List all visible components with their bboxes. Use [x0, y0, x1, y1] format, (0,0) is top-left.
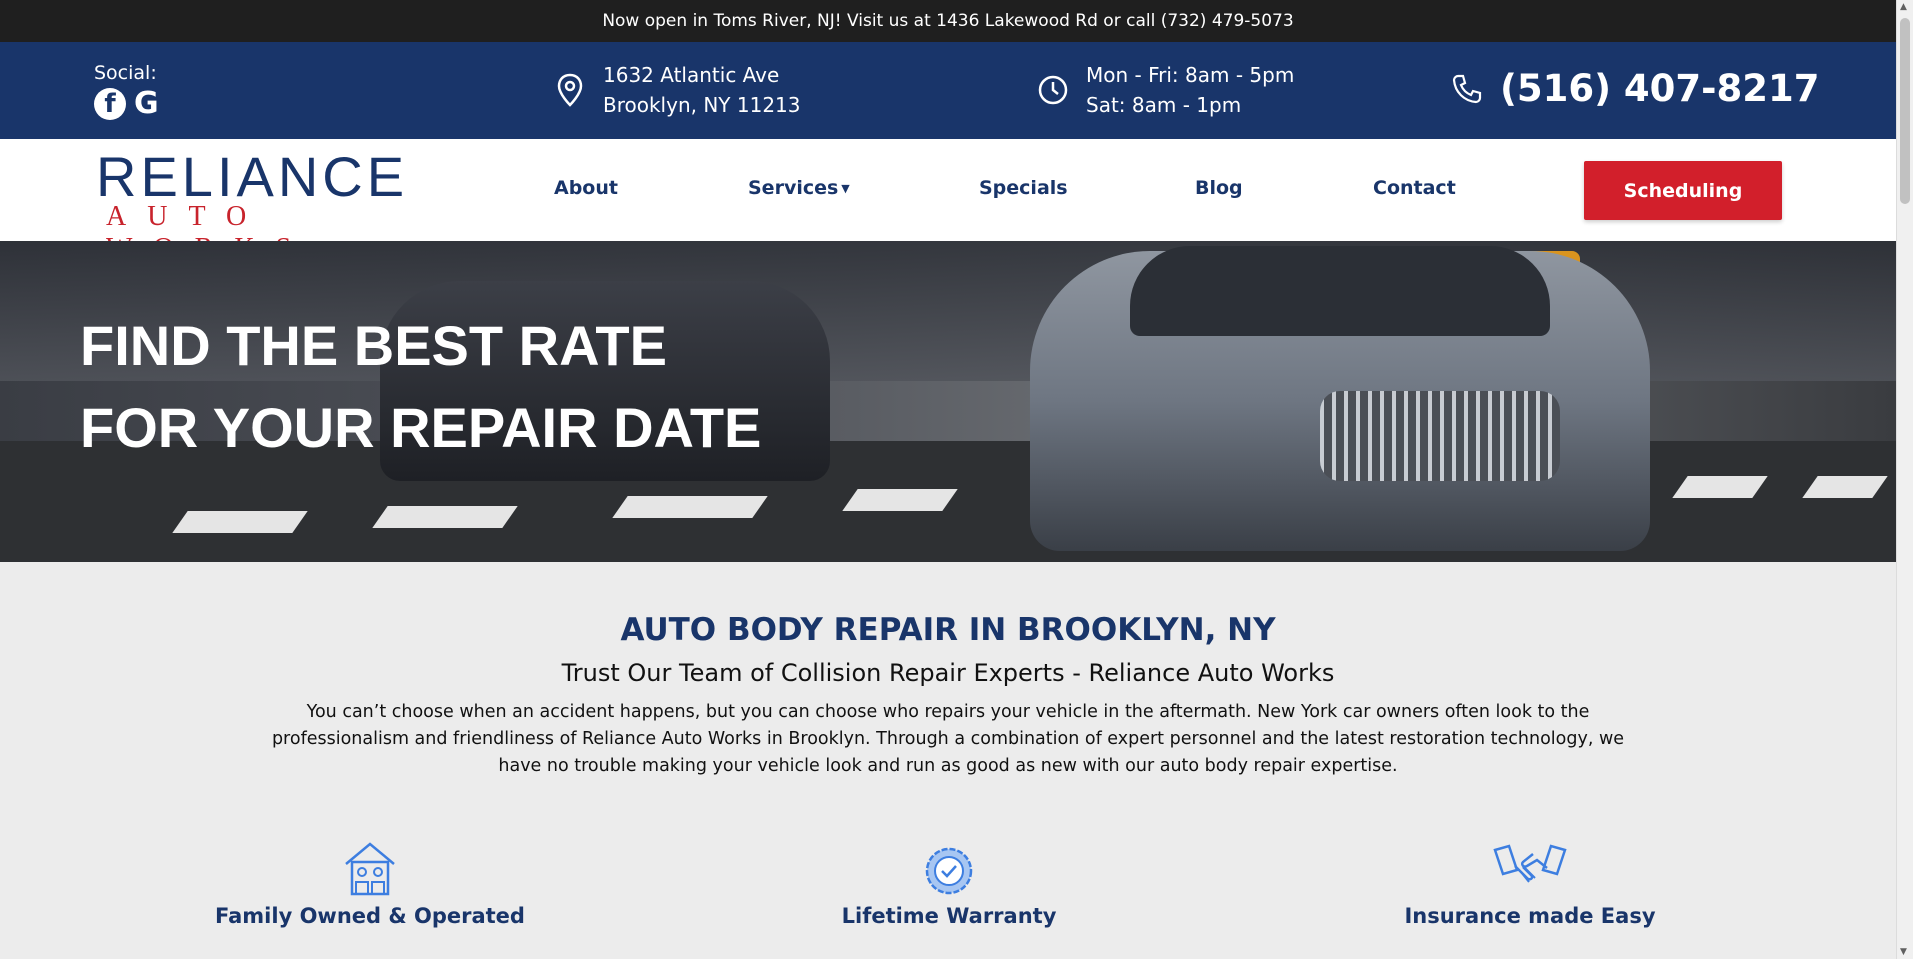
page-heading: AUTO BODY REPAIR IN BROOKLYN, NY — [620, 612, 1276, 648]
announcement-text: Now open in Toms River, NJ! Visit us at … — [602, 11, 1294, 31]
logo[interactable]: RELIANCE AUTO WORKS — [96, 145, 496, 265]
social-section: Social: f G — [94, 62, 159, 120]
nav-services-label: Services — [748, 177, 839, 199]
clock-icon — [1036, 73, 1070, 107]
scrollbar-thumb[interactable] — [1900, 18, 1910, 204]
scheduling-button[interactable]: Scheduling — [1584, 161, 1782, 220]
badge-check-icon — [749, 832, 1149, 896]
caret-down-icon: ▼ — [841, 182, 850, 195]
feature-warranty: Lifetime Warranty — [749, 832, 1149, 928]
phone-block[interactable]: (516) 407-8217 — [1450, 67, 1820, 111]
feature-family-title: Family Owned & Operated — [215, 904, 525, 928]
crosswalk-stripe — [1672, 476, 1768, 498]
phone-icon — [1450, 72, 1484, 106]
hero-line1: FIND THE BEST RATE — [80, 314, 667, 377]
feature-insurance-title: Insurance made Easy — [1404, 904, 1656, 928]
social-label: Social: — [94, 62, 157, 84]
feature-insurance: Insurance made Easy — [1330, 832, 1730, 928]
nav-about[interactable]: About — [554, 177, 618, 199]
info-bar: Social: f G 1632 Atlantic Ave Brooklyn, … — [0, 42, 1896, 139]
car-grille — [1320, 391, 1560, 481]
main-nav: RELIANCE AUTO WORKS About Services▼ Spec… — [0, 139, 1896, 265]
nav-blog[interactable]: Blog — [1195, 177, 1243, 199]
main-content: AUTO BODY REPAIR IN BROOKLYN, NY Trust O… — [0, 562, 1896, 959]
nav-contact-label: Contact — [1373, 177, 1456, 199]
nav-about-label: About — [554, 177, 618, 199]
scroll-up-icon[interactable]: ▲ — [1900, 2, 1907, 12]
page-subheading: Trust Our Team of Collision Repair Exper… — [561, 659, 1335, 687]
crosswalk-stripe — [372, 506, 518, 528]
announcement-bar: Now open in Toms River, NJ! Visit us at … — [0, 0, 1896, 42]
logo-main: RELIANCE — [96, 145, 409, 208]
nav-contact[interactable]: Contact — [1373, 177, 1456, 199]
hours-block: Mon - Fri: 8am - 5pm Sat: 8am - 1pm — [1036, 60, 1294, 120]
nav-services[interactable]: Services ▼ — [748, 177, 850, 199]
google-icon[interactable]: G — [134, 88, 159, 120]
address-line1: 1632 Atlantic Ave — [603, 63, 780, 87]
intro-paragraph: You can’t choose when an accident happen… — [271, 702, 1625, 776]
nav-blog-label: Blog — [1195, 177, 1243, 199]
phone-number[interactable]: (516) 407-8217 — [1500, 67, 1820, 111]
crosswalk-stripe — [172, 511, 308, 533]
location-pin-icon — [553, 73, 587, 107]
hours-line1: Mon - Fri: 8am - 5pm — [1086, 63, 1295, 87]
hero-line2: FOR YOUR REPAIR DATE — [80, 396, 762, 459]
family-home-icon — [170, 832, 570, 896]
scroll-down-icon[interactable]: ▼ — [1900, 947, 1907, 957]
address-line2: Brooklyn, NY 11213 — [603, 93, 801, 117]
facebook-icon[interactable]: f — [94, 88, 126, 120]
hours-line2: Sat: 8am - 1pm — [1086, 93, 1242, 117]
feature-warranty-title: Lifetime Warranty — [841, 904, 1057, 928]
crosswalk-stripe — [612, 496, 768, 518]
scrollbar[interactable]: ▲ ▼ — [1896, 0, 1913, 959]
handshake-icon — [1330, 832, 1730, 896]
feature-family: Family Owned & Operated — [170, 832, 570, 928]
car-windshield — [1130, 246, 1550, 336]
hero-title: FIND THE BEST RATE FOR YOUR REPAIR DATE — [80, 305, 761, 469]
nav-specials[interactable]: Specials — [979, 177, 1068, 199]
address-block[interactable]: 1632 Atlantic Ave Brooklyn, NY 11213 — [553, 60, 801, 120]
hero-banner: FIND THE BEST RATE FOR YOUR REPAIR DATE — [0, 241, 1896, 562]
crosswalk-stripe — [842, 489, 958, 511]
nav-specials-label: Specials — [979, 177, 1068, 199]
